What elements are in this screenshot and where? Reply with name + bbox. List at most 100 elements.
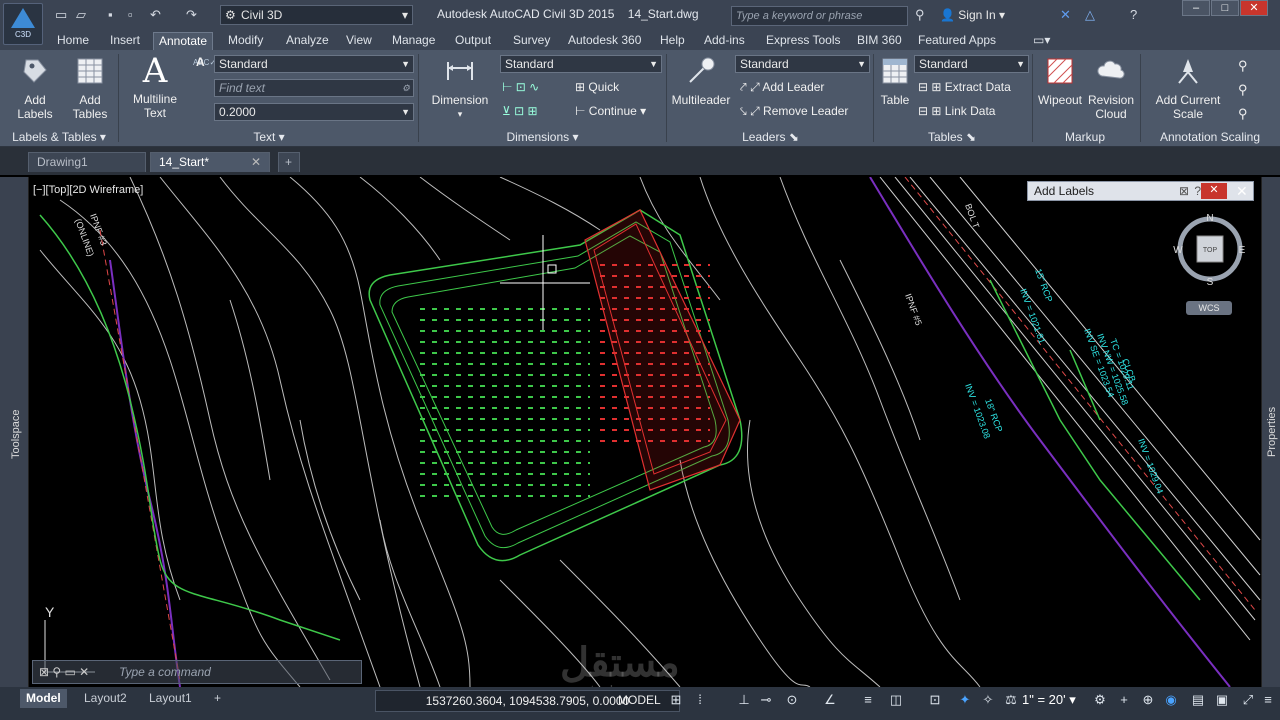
hardware-acceleration-icon[interactable]: ▤ — [1190, 692, 1206, 708]
multileader-button[interactable]: Multileader — [668, 56, 734, 107]
annotation-visibility-icon[interactable]: ✦ — [957, 692, 973, 708]
command-input[interactable]: Type a command — [119, 665, 211, 679]
save-icon[interactable]: ▪ — [108, 7, 113, 23]
annotation-visibility-icon[interactable]: ⚲ — [1238, 106, 1248, 122]
new-icon[interactable]: ▭ — [55, 7, 67, 23]
tab-insert[interactable]: Insert — [105, 32, 145, 50]
tab-layout2[interactable]: Layout2 — [78, 689, 133, 708]
panel-title-text[interactable]: Text ▾ — [120, 129, 418, 145]
exchange-icon[interactable]: ✕ — [1060, 7, 1071, 23]
application-menu-button[interactable]: C3D — [3, 3, 43, 45]
tab-model[interactable]: Model — [20, 689, 67, 708]
link-data-button[interactable]: ⊟ ⊞ Link Data — [918, 104, 995, 118]
dim-style-select[interactable]: Standard ▼ — [500, 55, 662, 73]
tab-modify[interactable]: Modify — [223, 32, 268, 50]
remove-leader-button[interactable]: ⤥ ⤢ Remove Leader — [740, 104, 848, 119]
customization-icon[interactable]: ≡ — [1260, 692, 1276, 708]
annotation-scale-icon[interactable]: ⚖ — [1003, 692, 1019, 708]
viewcube[interactable]: TOP N S E W WCS — [1173, 213, 1246, 315]
leader-style-select[interactable]: Standard ▼ — [735, 55, 870, 73]
help-icon[interactable]: ? — [1194, 182, 1201, 200]
dim-tools-row2[interactable]: ⊻ ⊡ ⊞ — [502, 104, 538, 118]
undo-icon[interactable]: ↶ — [150, 7, 161, 23]
add-tables-button[interactable]: Add Tables — [68, 56, 112, 121]
continue-dim-button[interactable]: ⊢ Continue ▾ — [575, 104, 646, 118]
close-button[interactable]: ✕ — [1240, 0, 1268, 16]
find-text-input[interactable]: Find text ⚙ — [214, 79, 414, 97]
panel-title-labels-tables[interactable]: Labels & Tables ▾ — [0, 129, 118, 145]
model-space-viewport[interactable]: INV = 1021.81 15" RCP TC = 1029.11 INV N… — [29, 177, 1261, 687]
close-icon[interactable]: ✕ — [1201, 183, 1227, 199]
dim-tools-row1[interactable]: ⊢ ⊡ ∿ — [502, 80, 539, 94]
annotation-monitor-icon[interactable]: + — [1116, 692, 1132, 708]
pin-icon[interactable]: ⊠ — [1179, 182, 1189, 200]
ribbon-overflow-button[interactable]: ▭▾ — [1028, 32, 1055, 50]
text-style-select[interactable]: Standard ▼ — [214, 55, 414, 73]
panel-title-dimensions[interactable]: Dimensions ▾ — [420, 129, 665, 145]
annotation-scale-select[interactable]: 1" = 20' ▾ — [1022, 692, 1076, 708]
tab-manage[interactable]: Manage — [387, 32, 440, 50]
binoculars-icon[interactable]: ⚲ — [915, 7, 925, 23]
tab-annotate[interactable]: Annotate — [153, 32, 214, 50]
workspace-dropdown[interactable]: ⚙ Civil 3D ▾ — [220, 5, 413, 25]
tab-drawing1[interactable]: Drawing1 — [28, 152, 146, 172]
selection-cycling-icon[interactable]: ⊡ — [927, 692, 943, 708]
polar-icon[interactable]: ⊸ — [758, 692, 774, 708]
tab-bim-360[interactable]: BIM 360 — [852, 32, 907, 50]
text-height-select[interactable]: 0.2000 ▼ — [214, 103, 414, 121]
fullscreen-icon[interactable]: ⤢ — [1240, 692, 1256, 708]
search-input[interactable]: Type a keyword or phrase — [731, 6, 908, 26]
redo-icon[interactable]: ↷ — [186, 7, 197, 23]
tab-help[interactable]: Help — [655, 32, 690, 50]
workspace-switch-icon[interactable]: ⚙ — [1092, 692, 1108, 708]
units-icon[interactable]: ⊕ — [1140, 692, 1156, 708]
signin-button[interactable]: 👤 Sign In ▾ — [940, 8, 1005, 22]
extract-data-button[interactable]: ⊟ ⊞ Extract Data — [918, 80, 1011, 94]
toolspace-palette[interactable]: Toolspace — [0, 177, 29, 687]
tab-view[interactable]: View — [341, 32, 377, 50]
saveas-icon[interactable]: ▫ — [128, 7, 133, 23]
tab-analyze[interactable]: Analyze — [281, 32, 334, 50]
lineweight-icon[interactable]: ≡ — [860, 692, 876, 708]
add-labels-palette-titlebar[interactable]: Add Labels ⊠ ? ✕ — [1027, 181, 1254, 201]
transparency-icon[interactable]: ◫ — [888, 692, 904, 708]
app-store-icon[interactable]: △ — [1085, 7, 1095, 23]
label-15-rcp-a[interactable]: 15" RCP — [1033, 267, 1054, 303]
add-leader-button[interactable]: ⤤ ⤢ Add Leader — [740, 80, 824, 95]
command-line[interactable]: ⊠ ⚲ ▭ ✕ Type a command — [32, 660, 362, 684]
add-labels-button[interactable]: Add Labels — [12, 56, 58, 121]
maximize-button[interactable]: □ — [1211, 0, 1239, 16]
quick-dim-button[interactable]: ⊞ Quick — [575, 80, 619, 94]
tab-layout1[interactable]: Layout1 — [143, 689, 198, 708]
tab-autodesk-360[interactable]: Autodesk 360 — [563, 32, 646, 50]
tab-survey[interactable]: Survey — [508, 32, 555, 50]
panel-title-leaders[interactable]: Leaders ⬊ — [668, 129, 873, 145]
command-options-icon[interactable]: ⊠ ⚲ ▭ ✕ — [39, 661, 89, 683]
revision-cloud-button[interactable]: Revision Cloud — [1086, 56, 1136, 121]
clean-screen-icon[interactable]: ▣ — [1214, 692, 1230, 708]
properties-palette[interactable]: Properties — [1261, 177, 1280, 687]
multiline-text-button[interactable]: A Multiline Text — [126, 54, 184, 120]
panel-title-tables[interactable]: Tables ⬊ — [873, 129, 1031, 145]
table-style-select[interactable]: Standard ▼ — [914, 55, 1029, 73]
table-button[interactable]: Table — [875, 56, 915, 107]
tab-featured-apps[interactable]: Featured Apps — [913, 32, 1001, 50]
tab-output[interactable]: Output — [450, 32, 496, 50]
grid-icon[interactable]: ⊞ — [668, 692, 684, 708]
add-current-scale-button[interactable]: Add Current Scale — [1150, 56, 1226, 121]
tab-14-start[interactable]: 14_Start* ✕ — [150, 152, 270, 172]
label-ipnf-5[interactable]: IPNF #5 — [903, 292, 924, 326]
object-snap-icon[interactable]: ∠ — [822, 692, 838, 708]
wipeout-button[interactable]: Wipeout — [1036, 56, 1084, 107]
help-icon[interactable]: ? — [1130, 7, 1137, 23]
drawing-canvas[interactable]: INV = 1021.81 15" RCP TC = 1029.11 INV N… — [29, 177, 1261, 687]
label-inv-1029[interactable]: INV = 1029.04 — [1136, 437, 1165, 495]
minimize-button[interactable]: – — [1182, 0, 1210, 16]
dimension-button[interactable]: Dimension ▾ — [428, 56, 492, 121]
auto-scale-icon[interactable]: ✧ — [980, 692, 996, 708]
close-palette-icon[interactable]: ✕ — [1236, 183, 1248, 200]
grading-pad[interactable] — [368, 209, 743, 562]
tab-home[interactable]: Home — [52, 32, 94, 50]
new-tab-button[interactable]: + — [278, 152, 300, 172]
ortho-icon[interactable]: ⊥ — [736, 692, 752, 708]
